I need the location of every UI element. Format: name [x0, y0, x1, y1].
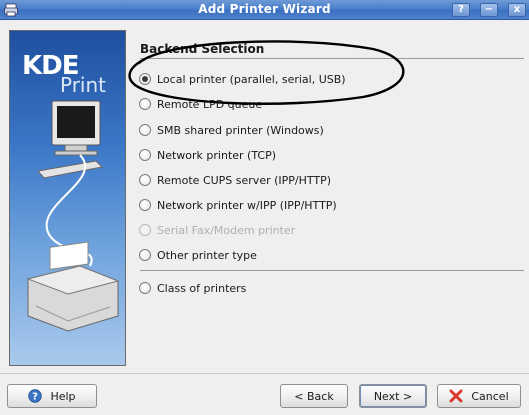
radio-button[interactable]	[139, 124, 151, 136]
window-title: Add Printer Wizard	[198, 2, 331, 16]
radio-button[interactable]	[139, 73, 151, 85]
radio-button[interactable]	[139, 98, 151, 110]
help-icon: ?	[28, 389, 43, 403]
back-button[interactable]: < Back	[280, 384, 348, 408]
radio-button[interactable]	[139, 199, 151, 211]
cancel-icon	[449, 389, 463, 403]
option-other-type[interactable]: Other printer type	[139, 247, 257, 263]
title-divider	[140, 58, 524, 59]
option-label: Remote LPD queue	[157, 97, 263, 111]
option-label: SMB shared printer (Windows)	[157, 123, 324, 137]
close-button[interactable]: x	[508, 3, 526, 17]
next-button-label: Next >	[373, 389, 413, 403]
radio-button[interactable]	[139, 149, 151, 161]
options-divider	[140, 270, 524, 271]
help-button[interactable]: ? Help	[7, 384, 97, 408]
side-panel-image: KDE Print	[9, 30, 126, 366]
cancel-button[interactable]: Cancel	[437, 384, 521, 408]
cancel-button-label: Cancel	[471, 389, 509, 403]
title-bar[interactable]: Add Printer Wizard ? − x	[0, 0, 529, 20]
back-button-label: < Back	[294, 389, 334, 403]
help-title-button[interactable]: ?	[452, 3, 470, 17]
next-button[interactable]: Next >	[359, 384, 427, 408]
radio-button	[139, 224, 151, 236]
option-label: Serial Fax/Modem printer	[157, 223, 296, 237]
computer-printer-illustration	[26, 100, 120, 332]
option-remote-lpd[interactable]: Remote LPD queue	[139, 96, 262, 112]
option-label: Other printer type	[157, 248, 257, 262]
radio-button[interactable]	[139, 282, 151, 294]
option-class-of-printers[interactable]: Class of printers	[139, 280, 246, 296]
option-network-tcp[interactable]: Network printer (TCP)	[139, 147, 276, 163]
option-label: Network printer (TCP)	[157, 148, 277, 162]
option-serial-fax: Serial Fax/Modem printer	[139, 222, 295, 238]
option-network-ipp[interactable]: Network printer w/IPP (IPP/HTTP)	[139, 197, 337, 213]
option-label: Local printer (parallel, serial, USB)	[157, 72, 346, 86]
option-label: Class of printers	[157, 281, 247, 295]
option-smb-shared[interactable]: SMB shared printer (Windows)	[139, 122, 324, 138]
option-label: Remote CUPS server (IPP/HTTP)	[157, 173, 332, 187]
option-label: Network printer w/IPP (IPP/HTTP)	[157, 198, 337, 212]
section-title: Backend Selection	[140, 42, 265, 56]
minimize-button[interactable]: −	[480, 3, 498, 17]
bottom-divider	[0, 373, 529, 374]
help-button-label: Help	[50, 389, 76, 403]
svg-text:?: ?	[33, 392, 39, 403]
radio-button[interactable]	[139, 174, 151, 186]
radio-button[interactable]	[139, 249, 151, 261]
option-local-printer[interactable]: Local printer (parallel, serial, USB)	[139, 71, 346, 87]
option-remote-cups[interactable]: Remote CUPS server (IPP/HTTP)	[139, 172, 331, 188]
